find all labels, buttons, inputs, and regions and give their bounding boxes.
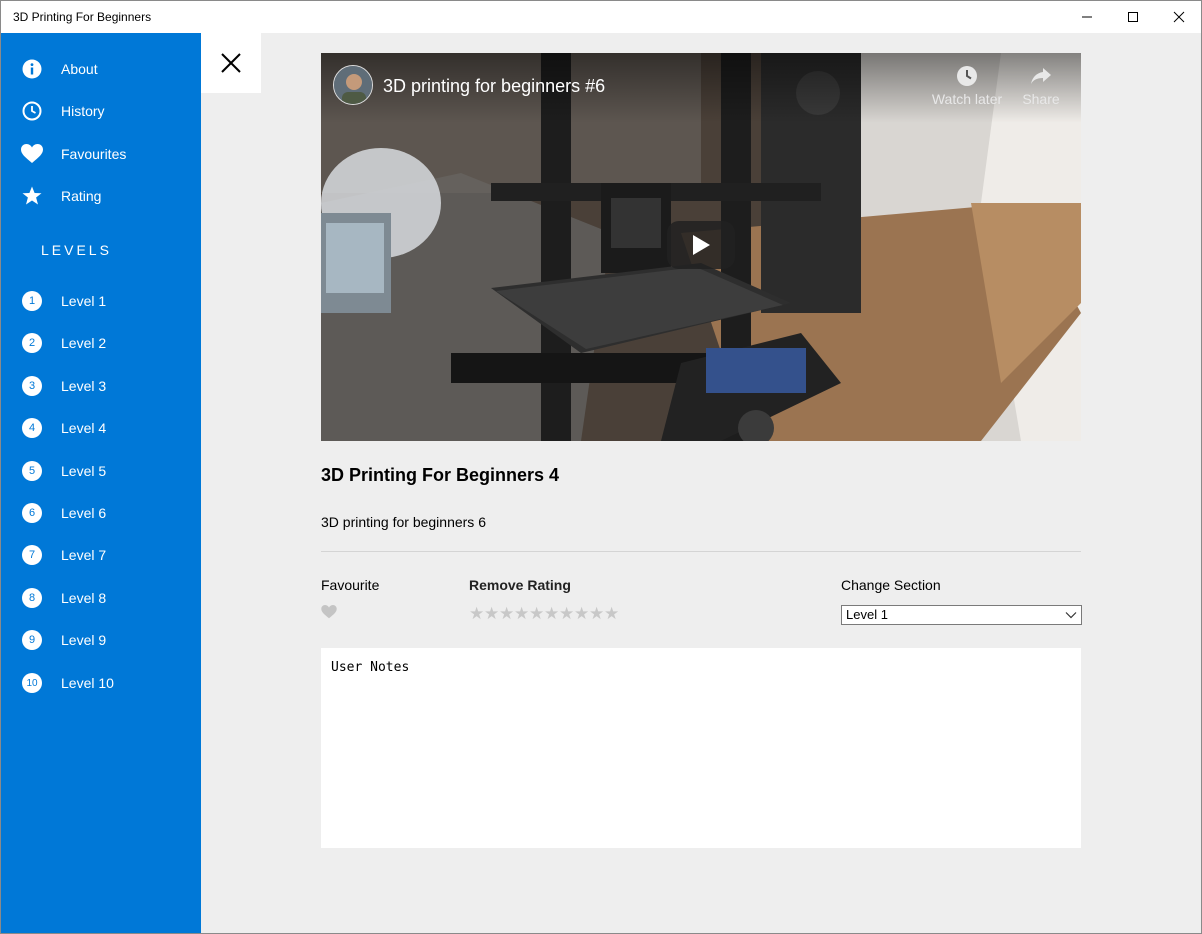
sidebar-item-label: Level 8	[61, 590, 107, 606]
number-2-icon: 2	[21, 332, 43, 354]
star-icon[interactable]: ★	[589, 605, 604, 623]
main-content: 3D printing for beginners #6 Watch later…	[201, 33, 1201, 933]
watch-later-label: Watch later	[931, 91, 1003, 107]
sidebar-item-level-1[interactable]: 1 Level 1	[1, 281, 201, 321]
sidebar-item-label: Level 4	[61, 420, 107, 436]
share-icon	[1031, 68, 1051, 84]
content-description: 3D printing for beginners 6	[321, 514, 486, 530]
heart-icon	[21, 143, 43, 165]
info-icon	[21, 58, 43, 80]
rating-stars[interactable]: ★ ★ ★ ★ ★ ★ ★ ★ ★ ★	[469, 605, 619, 623]
divider	[321, 551, 1081, 552]
minimize-icon	[1082, 16, 1092, 18]
channel-avatar[interactable]	[333, 65, 373, 105]
sidebar-item-favourites[interactable]: Favourites	[1, 134, 201, 174]
star-icon[interactable]: ★	[514, 605, 529, 623]
play-icon	[693, 235, 710, 255]
star-icon[interactable]: ★	[604, 605, 619, 623]
change-section-label: Change Section	[841, 577, 941, 593]
sidebar-item-label: Level 3	[61, 378, 107, 394]
sidebar-item-rating[interactable]: Rating	[1, 176, 201, 216]
star-icon[interactable]: ★	[544, 605, 559, 623]
number-9-icon: 9	[21, 629, 43, 651]
close-icon	[1173, 11, 1185, 23]
star-icon[interactable]: ★	[469, 605, 484, 623]
sidebar-item-level-3[interactable]: 3 Level 3	[1, 366, 201, 406]
sidebar-item-level-10[interactable]: 10 Level 10	[1, 663, 201, 703]
sidebar-item-label: History	[61, 103, 105, 119]
share-button[interactable]: Share	[1017, 65, 1065, 107]
sidebar-item-label: Level 2	[61, 335, 107, 351]
sidebar: About History Favourites Rating LEVELS 1…	[1, 33, 201, 933]
sidebar-item-level-7[interactable]: 7 Level 7	[1, 535, 201, 575]
remove-rating-button[interactable]: Remove Rating	[469, 577, 571, 593]
sidebar-item-label: Rating	[61, 188, 102, 204]
star-icon[interactable]: ★	[484, 605, 499, 623]
number-4-icon: 4	[21, 417, 43, 439]
section-select-value: Level 1	[846, 607, 888, 622]
close-window-button[interactable]	[1156, 1, 1202, 33]
sidebar-item-level-8[interactable]: 8 Level 8	[1, 578, 201, 618]
maximize-icon	[1128, 12, 1138, 22]
close-pane-button[interactable]	[201, 33, 261, 93]
star-icon[interactable]: ★	[499, 605, 514, 623]
video-player[interactable]: 3D printing for beginners #6 Watch later…	[321, 53, 1081, 441]
share-label: Share	[1022, 91, 1060, 107]
clock-icon	[21, 100, 43, 122]
play-button[interactable]	[667, 221, 735, 269]
clock-icon	[957, 66, 977, 86]
user-notes-field[interactable]	[321, 648, 1081, 848]
section-select[interactable]: Level 1	[841, 605, 1082, 625]
sidebar-item-label: Level 9	[61, 632, 107, 648]
sidebar-item-level-9[interactable]: 9 Level 9	[1, 620, 201, 660]
watch-later-button[interactable]: Watch later	[929, 65, 1005, 107]
maximize-button[interactable]	[1110, 1, 1156, 33]
title-bar: 3D Printing For Beginners	[1, 1, 1201, 33]
number-5-icon: 5	[21, 460, 43, 482]
sidebar-item-label: Level 1	[61, 293, 107, 309]
sidebar-item-label: About	[61, 61, 98, 77]
star-icon	[21, 185, 43, 207]
heart-icon	[321, 605, 337, 619]
minimize-button[interactable]	[1064, 1, 1110, 33]
star-icon[interactable]: ★	[529, 605, 544, 623]
sidebar-item-label: Level 6	[61, 505, 107, 521]
sidebar-item-label: Level 7	[61, 547, 107, 563]
sidebar-item-history[interactable]: History	[1, 91, 201, 131]
close-icon	[221, 53, 241, 73]
sidebar-item-level-5[interactable]: 5 Level 5	[1, 451, 201, 491]
chevron-down-icon	[1065, 612, 1077, 619]
window-title: 3D Printing For Beginners	[13, 10, 152, 24]
number-8-icon: 8	[21, 587, 43, 609]
content-title: 3D Printing For Beginners 4	[321, 465, 560, 485]
sidebar-item-label: Level 5	[61, 463, 107, 479]
sidebar-item-label: Favourites	[61, 146, 127, 162]
number-3-icon: 3	[21, 375, 43, 397]
number-7-icon: 7	[21, 544, 43, 566]
favourite-label: Favourite	[321, 577, 380, 593]
levels-heading: LEVELS	[41, 242, 112, 258]
sidebar-item-label: Level 10	[61, 675, 114, 691]
number-6-icon: 6	[21, 502, 43, 524]
sidebar-item-about[interactable]: About	[1, 49, 201, 89]
app-window: 3D Printing For Beginners About History	[0, 0, 1202, 934]
star-icon[interactable]: ★	[559, 605, 574, 623]
sidebar-item-level-4[interactable]: 4 Level 4	[1, 408, 201, 448]
video-title-link[interactable]: 3D printing for beginners #6	[383, 76, 605, 97]
sidebar-item-level-2[interactable]: 2 Level 2	[1, 323, 201, 363]
number-1-icon: 1	[21, 290, 43, 312]
number-10-icon: 10	[21, 672, 43, 694]
sidebar-item-level-6[interactable]: 6 Level 6	[1, 493, 201, 533]
star-icon[interactable]: ★	[574, 605, 589, 623]
favourite-toggle[interactable]	[321, 605, 337, 624]
